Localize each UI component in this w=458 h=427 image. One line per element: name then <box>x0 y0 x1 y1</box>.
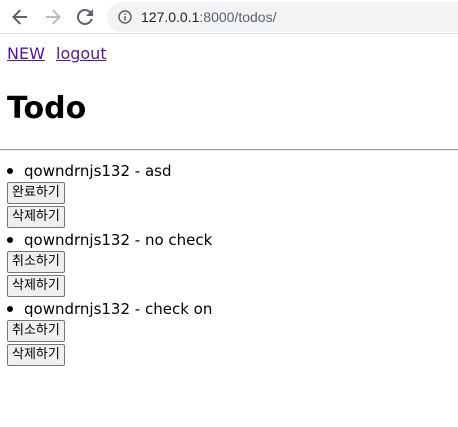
reload-button[interactable] <box>74 6 96 28</box>
page-content: NEW logout Todo qowndrnjs132 - asd 완료하기 … <box>0 35 458 427</box>
todo-text-row: qowndrnjs132 - check on <box>7 298 212 320</box>
cancel-button[interactable]: 취소하기 <box>7 320 65 342</box>
arrow-right-icon <box>46 9 61 25</box>
complete-button[interactable]: 완료하기 <box>7 182 65 204</box>
todo-text: qowndrnjs132 - no check <box>24 231 213 249</box>
top-links: NEW logout <box>7 44 113 64</box>
url-text[interactable]: 127.0.0.1:8000/todos/ <box>141 9 276 25</box>
todo-item: qowndrnjs132 - check on 취소하기 삭제하기 <box>7 298 447 367</box>
delete-button[interactable]: 삭제하기 <box>7 344 65 366</box>
bullet-icon <box>7 305 13 312</box>
delete-button[interactable]: 삭제하기 <box>7 206 65 228</box>
cancel-button[interactable]: 취소하기 <box>7 251 65 273</box>
logout-link[interactable]: logout <box>56 44 107 63</box>
bullet-icon <box>7 167 13 174</box>
browser-toolbar: 127.0.0.1:8000/todos/ <box>0 0 458 34</box>
url-path: :8000/todos/ <box>199 9 277 25</box>
todo-text: qowndrnjs132 - asd <box>24 162 172 180</box>
delete-button[interactable]: 삭제하기 <box>7 275 65 297</box>
back-button[interactable] <box>9 6 31 28</box>
todo-text-row: qowndrnjs132 - asd <box>7 160 172 182</box>
reload-icon <box>77 9 93 25</box>
todo-text: qowndrnjs132 - check on <box>24 300 213 318</box>
todo-list: qowndrnjs132 - asd 완료하기 삭제하기 qowndrnjs13… <box>7 160 447 367</box>
arrow-left-icon <box>12 9 27 25</box>
page-title: Todo <box>7 91 87 126</box>
url-host: 127.0.0.1 <box>141 9 200 25</box>
divider <box>0 149 458 151</box>
new-link[interactable]: NEW <box>7 44 45 63</box>
todo-text-row: qowndrnjs132 - no check <box>7 229 212 251</box>
address-bar[interactable]: 127.0.0.1:8000/todos/ <box>107 2 458 32</box>
bullet-icon <box>7 236 13 243</box>
info-icon[interactable] <box>118 10 132 24</box>
todo-item: qowndrnjs132 - asd 완료하기 삭제하기 <box>7 160 447 229</box>
forward-button[interactable] <box>42 6 64 28</box>
todo-item: qowndrnjs132 - no check 취소하기 삭제하기 <box>7 229 447 298</box>
